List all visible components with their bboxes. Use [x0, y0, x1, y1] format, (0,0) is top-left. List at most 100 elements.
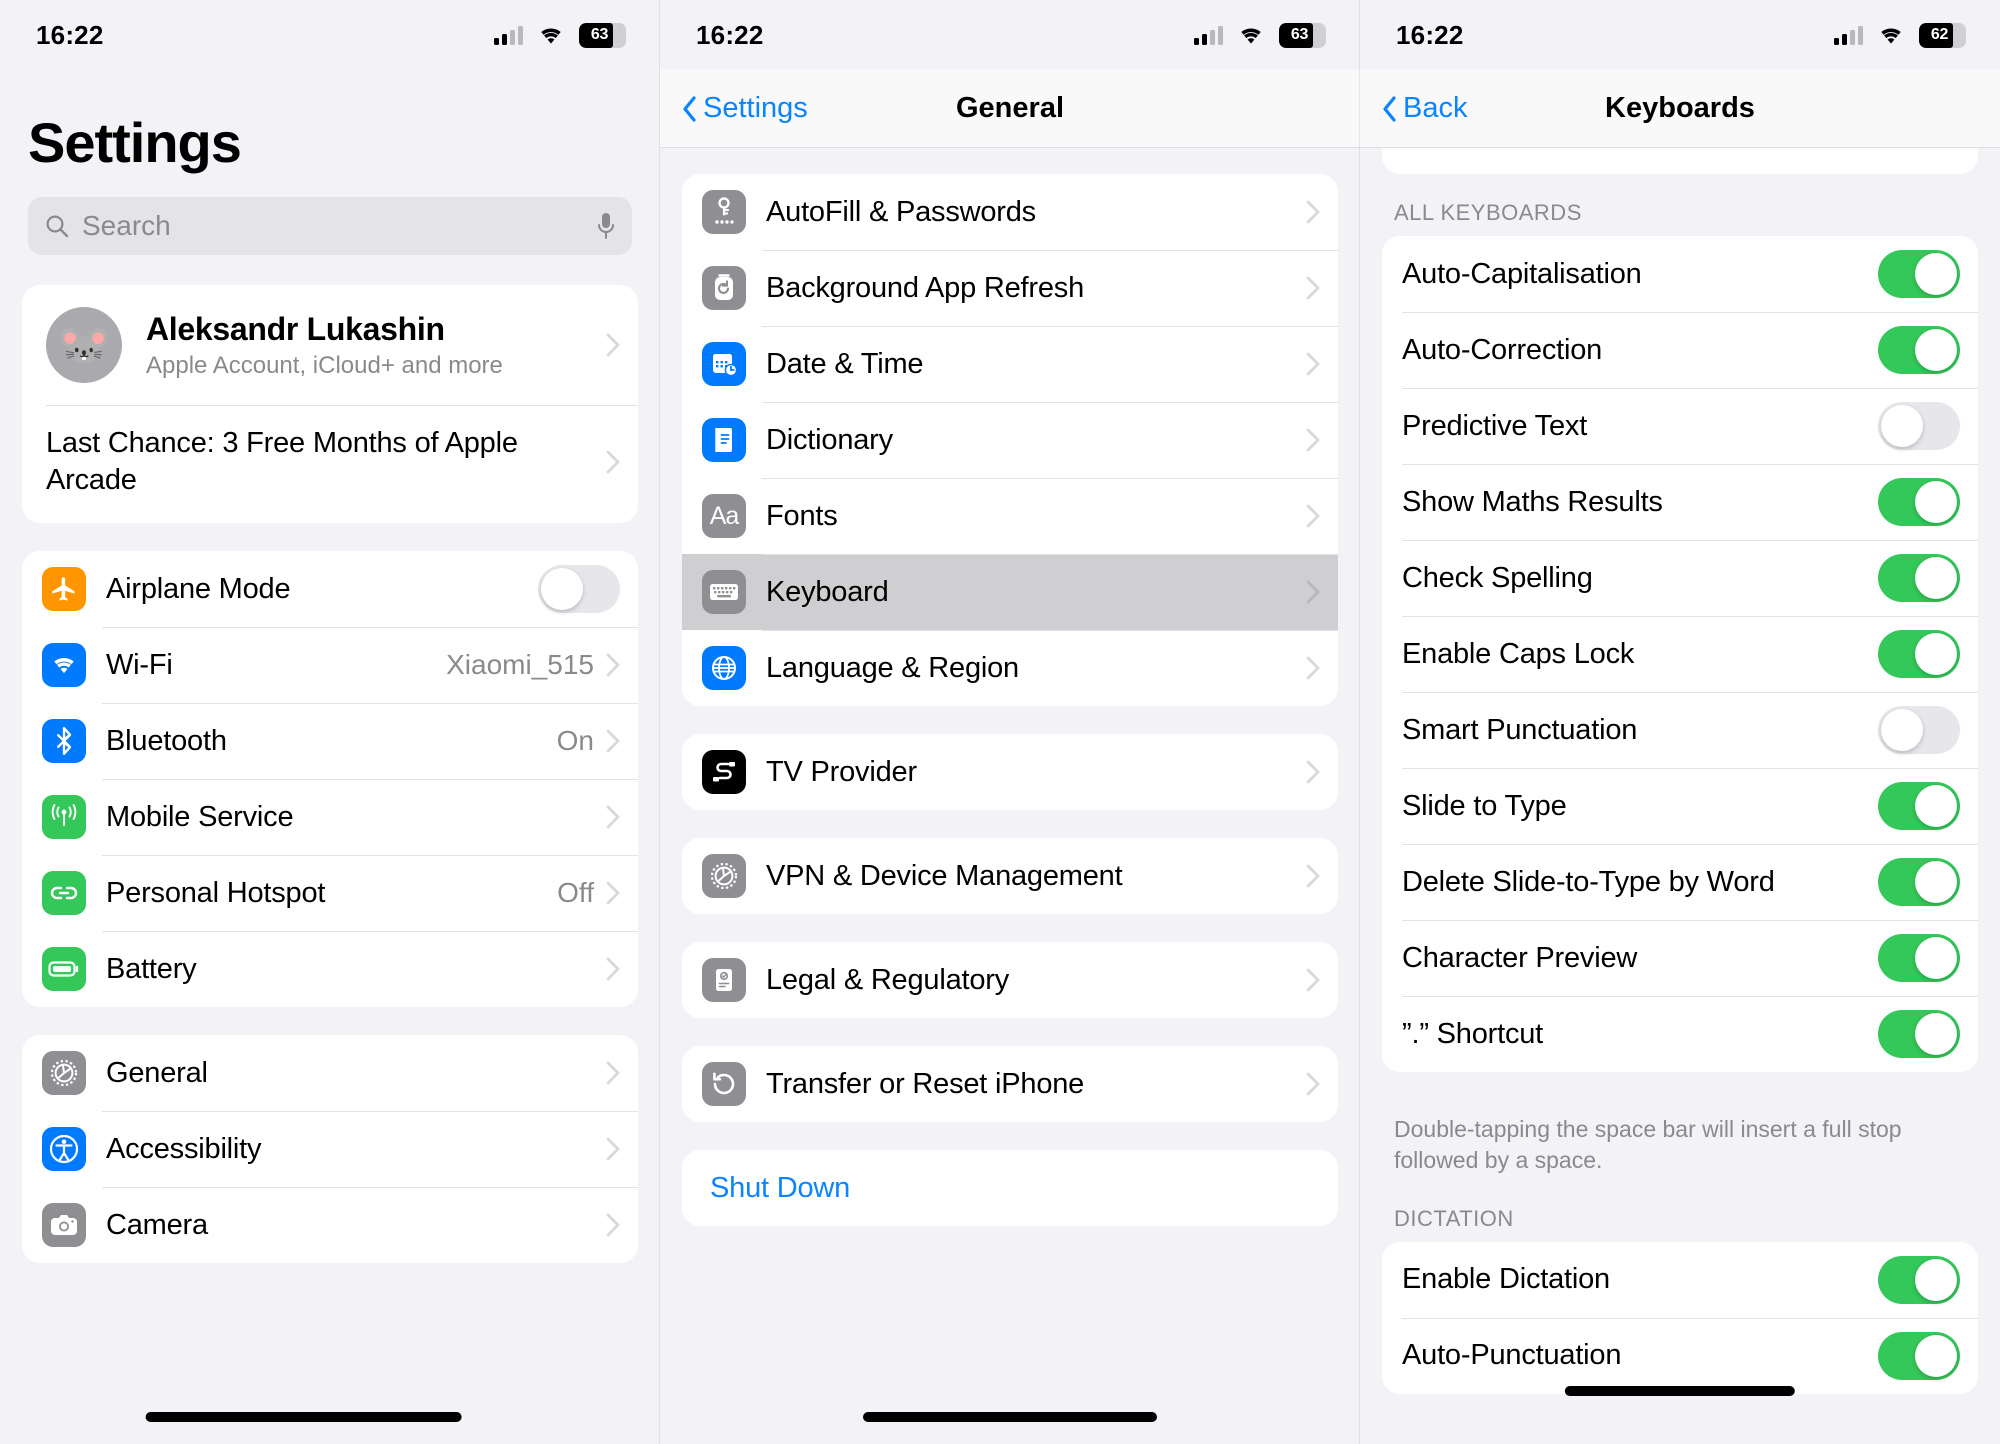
connectivity-group: Airplane Mode Wi-Fi Xiaomi_515 Bluetooth…	[22, 551, 638, 1008]
row-character-preview[interactable]: Character Preview	[1382, 920, 1978, 996]
status-bar: 16:22 62	[1360, 0, 2000, 70]
row-show-maths-results[interactable]: Show Maths Results	[1382, 464, 1978, 540]
row-enable-dictation[interactable]: Enable Dictation	[1382, 1241, 1978, 1318]
row-label: Transfer or Reset iPhone	[766, 1067, 1085, 1100]
section-header-dictation: DICTATION	[1394, 1205, 1514, 1231]
row-personal-hotspot[interactable]: Personal Hotspot Off	[22, 855, 638, 932]
battery-percent: 63	[1290, 26, 1309, 43]
row-label: Battery	[106, 952, 197, 985]
legal-icon	[702, 958, 746, 1002]
row-label: Bluetooth	[106, 724, 227, 757]
apple-account-row[interactable]: 🐭 Aleksandr Lukashin Apple Account, iClo…	[22, 285, 638, 405]
battery-percent: 63	[590, 26, 609, 43]
row-value: On	[556, 725, 594, 757]
navigation-bar: Back Keyboards	[1360, 70, 2000, 148]
row-language-region[interactable]: Language & Region	[682, 630, 1338, 706]
back-label: Back	[1403, 92, 1468, 124]
row-label: Background App Refresh	[766, 271, 1085, 304]
row-background-app-refresh[interactable]: Background App Refresh	[682, 250, 1338, 326]
row-slide-to-type[interactable]: Slide to Type	[1382, 768, 1978, 844]
enable-caps-lock-toggle[interactable]	[1878, 630, 1960, 678]
account-text: Aleksandr Lukashin Apple Account, iCloud…	[146, 311, 606, 380]
row-auto-capitalisation[interactable]: Auto-Capitalisation	[1382, 236, 1978, 312]
row-fonts[interactable]: Aa Fonts	[682, 478, 1338, 554]
row-label: Date & Time	[766, 347, 924, 380]
slide-to-type-toggle[interactable]	[1878, 782, 1960, 830]
search-input[interactable]: Search	[28, 197, 632, 255]
status-time: 16:22	[36, 19, 104, 50]
auto-correction-toggle[interactable]	[1878, 326, 1960, 374]
row-date-time[interactable]: Date & Time	[682, 326, 1338, 402]
row-delete-slide-to-type-by-word[interactable]: Delete Slide-to-Type by Word	[1382, 844, 1978, 920]
auto-capitalisation-toggle[interactable]	[1878, 250, 1960, 298]
panel-keyboards: 16:22 62 Back Keyboards ALL KEYBOARDS Au…	[1360, 0, 2000, 1444]
auto-punctuation-toggle[interactable]	[1878, 1331, 1960, 1380]
row-label: Predictive Text	[1402, 409, 1588, 442]
row-label: Auto-Capitalisation	[1402, 257, 1642, 290]
row-tv-provider[interactable]: TV Provider	[682, 734, 1338, 810]
row-accessibility[interactable]: Accessibility	[22, 1111, 638, 1188]
row-label: Accessibility	[106, 1132, 262, 1165]
globe-icon	[702, 646, 746, 690]
keyboards-list: ALL KEYBOARDS Auto-Capitalisation Auto-C…	[1360, 174, 2000, 1444]
show-maths-results-toggle[interactable]	[1878, 478, 1960, 526]
period-shortcut-toggle[interactable]	[1878, 1010, 1960, 1058]
row-auto-correction[interactable]: Auto-Correction	[1382, 312, 1978, 388]
row-legal-regulatory[interactable]: Legal & Regulatory	[682, 942, 1338, 1018]
row-camera[interactable]: Camera	[22, 1187, 638, 1264]
enable-dictation-toggle[interactable]	[1878, 1255, 1960, 1304]
row-airplane-mode[interactable]: Airplane Mode	[22, 551, 638, 628]
row-label: Keyboard	[766, 575, 889, 608]
tv-provider-group: TV Provider	[682, 734, 1338, 810]
character-preview-toggle[interactable]	[1878, 934, 1960, 982]
row-period-shortcut[interactable]: ”.” Shortcut	[1382, 996, 1978, 1072]
row-label: Character Preview	[1402, 941, 1638, 974]
row-keyboard[interactable]: Keyboard	[682, 554, 1338, 630]
chevron-right-icon	[1306, 656, 1320, 680]
row-predictive-text[interactable]: Predictive Text	[1382, 388, 1978, 464]
home-indicator	[1564, 1386, 1796, 1396]
dictation-group: Enable Dictation Auto-Punctuation	[1382, 1241, 1978, 1394]
check-spelling-toggle[interactable]	[1878, 554, 1960, 602]
row-wifi[interactable]: Wi-Fi Xiaomi_515	[22, 627, 638, 704]
link-icon	[42, 871, 86, 916]
chevron-right-icon	[606, 450, 620, 474]
apple-arcade-promo-row[interactable]: Last Chance: 3 Free Months of Apple Arca…	[22, 405, 638, 523]
airplane-mode-toggle[interactable]	[538, 565, 620, 614]
smart-punctuation-toggle[interactable]	[1878, 706, 1960, 754]
predictive-text-toggle[interactable]	[1878, 402, 1960, 450]
row-mobile-service[interactable]: Mobile Service	[22, 779, 638, 856]
chevron-right-icon	[1306, 504, 1320, 528]
row-vpn-device-management[interactable]: VPN & Device Management	[682, 838, 1338, 914]
wifi-icon	[1241, 28, 1261, 44]
promo-text: Last Chance: 3 Free Months of Apple Arca…	[46, 427, 518, 497]
row-label: ”.” Shortcut	[1402, 1017, 1544, 1050]
row-dictionary[interactable]: Dictionary	[682, 402, 1338, 478]
back-button-settings[interactable]: Settings	[682, 92, 808, 125]
row-bluetooth[interactable]: Bluetooth On	[22, 703, 638, 780]
row-check-spelling[interactable]: Check Spelling	[1382, 540, 1978, 616]
back-button[interactable]: Back	[1382, 92, 1467, 125]
row-label: Airplane Mode	[106, 572, 291, 605]
row-general[interactable]: General	[22, 1035, 638, 1112]
row-smart-punctuation[interactable]: Smart Punctuation	[1382, 692, 1978, 768]
all-keyboards-group: Auto-Capitalisation Auto-Correction Pred…	[1382, 236, 1978, 1072]
row-label: Personal Hotspot	[106, 876, 326, 909]
row-shut-down[interactable]: Shut Down	[682, 1150, 1338, 1226]
search-icon	[46, 215, 69, 238]
microphone-icon[interactable]	[596, 212, 616, 240]
row-enable-caps-lock[interactable]: Enable Caps Lock	[1382, 616, 1978, 692]
row-transfer-or-reset-iphone[interactable]: Transfer or Reset iPhone	[682, 1046, 1338, 1122]
row-autofill-passwords[interactable]: AutoFill & Passwords	[682, 174, 1338, 250]
chevron-right-icon	[606, 1061, 620, 1085]
wifi-icon	[42, 643, 86, 688]
row-auto-punctuation[interactable]: Auto-Punctuation	[1382, 1317, 1978, 1394]
navigation-bar: Settings General	[660, 70, 1360, 148]
panel-general: 16:22 63 Settings General AutoFill & Pas…	[660, 0, 1360, 1444]
row-label: Language & Region	[766, 651, 1019, 684]
row-value: Off	[557, 877, 594, 909]
system-group: General Accessibility Camera	[22, 1035, 638, 1264]
delete-slide-to-type-by-word-toggle[interactable]	[1878, 858, 1960, 906]
row-battery[interactable]: Battery	[22, 931, 638, 1008]
chevron-right-icon	[606, 881, 620, 905]
